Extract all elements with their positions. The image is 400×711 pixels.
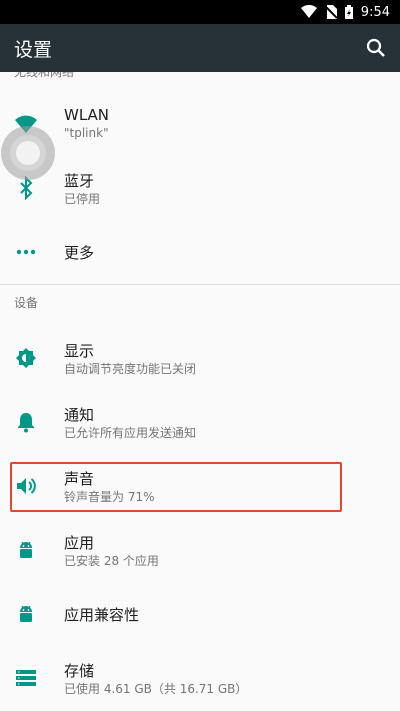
settings-list: 无线和网络 WLAN "tplink" 蓝牙 已停用 更多 设备 显示 自动调节… — [0, 72, 400, 711]
settings-item-subtitle: 已允许所有应用发送通知 — [64, 426, 197, 440]
settings-item-title: 应用兼容性 — [64, 606, 140, 624]
settings-item-wlan[interactable]: WLAN "tplink" — [0, 92, 400, 156]
more-icon — [16, 249, 36, 255]
assistive-touch-button[interactable] — [0, 125, 56, 181]
status-bar: 9:54 — [0, 0, 400, 24]
settings-item-more[interactable]: 更多 — [0, 220, 400, 284]
settings-item-title: 应用 — [64, 534, 95, 552]
settings-item-subtitle: 已安装 28 个应用 — [64, 554, 159, 568]
settings-item-subtitle: "tplink" — [64, 126, 109, 140]
settings-item-subtitle: 已使用 4.61 GB（共 16.71 GB） — [64, 682, 248, 696]
app-bar: 设置 — [0, 24, 400, 72]
section-header-device: 设备 — [14, 296, 39, 310]
highlight-box — [10, 462, 342, 512]
settings-item-title: 通知 — [64, 406, 95, 424]
android-icon — [20, 541, 32, 558]
bell-icon — [18, 413, 34, 433]
android-icon — [20, 605, 32, 622]
brightness-icon — [16, 348, 36, 368]
settings-item-title: 存储 — [64, 662, 95, 680]
battery-icon — [344, 5, 353, 19]
settings-item-title: 蓝牙 — [64, 172, 95, 190]
settings-item-title: WLAN — [64, 106, 110, 124]
storage-icon — [16, 670, 36, 686]
wifi-signal-icon — [300, 5, 317, 19]
settings-item-title: 显示 — [64, 342, 95, 360]
settings-item-display[interactable]: 显示 自动调节亮度功能已关闭 — [0, 326, 400, 390]
settings-item-apps[interactable]: 应用 已安装 28 个应用 — [0, 518, 400, 582]
search-icon — [366, 38, 385, 57]
settings-item-storage[interactable]: 存储 已使用 4.61 GB（共 16.71 GB） — [0, 646, 400, 710]
settings-item-app-compatibility[interactable]: 应用兼容性 — [0, 582, 400, 646]
settings-item-subtitle: 自动调节亮度功能已关闭 — [64, 362, 197, 376]
section-divider — [0, 284, 400, 285]
page-title: 设置 — [14, 38, 53, 61]
settings-item-subtitle: 已停用 — [64, 192, 101, 206]
settings-item-title: 更多 — [64, 244, 95, 262]
assistive-touch-icon — [1, 126, 55, 180]
search-button[interactable] — [364, 36, 388, 60]
section-header-wireless: 无线和网络 — [14, 72, 75, 79]
no-sim-icon — [324, 5, 337, 19]
status-time: 9:54 — [360, 4, 390, 20]
settings-item-bluetooth[interactable]: 蓝牙 已停用 — [0, 156, 400, 220]
settings-item-notifications[interactable]: 通知 已允许所有应用发送通知 — [0, 390, 400, 454]
